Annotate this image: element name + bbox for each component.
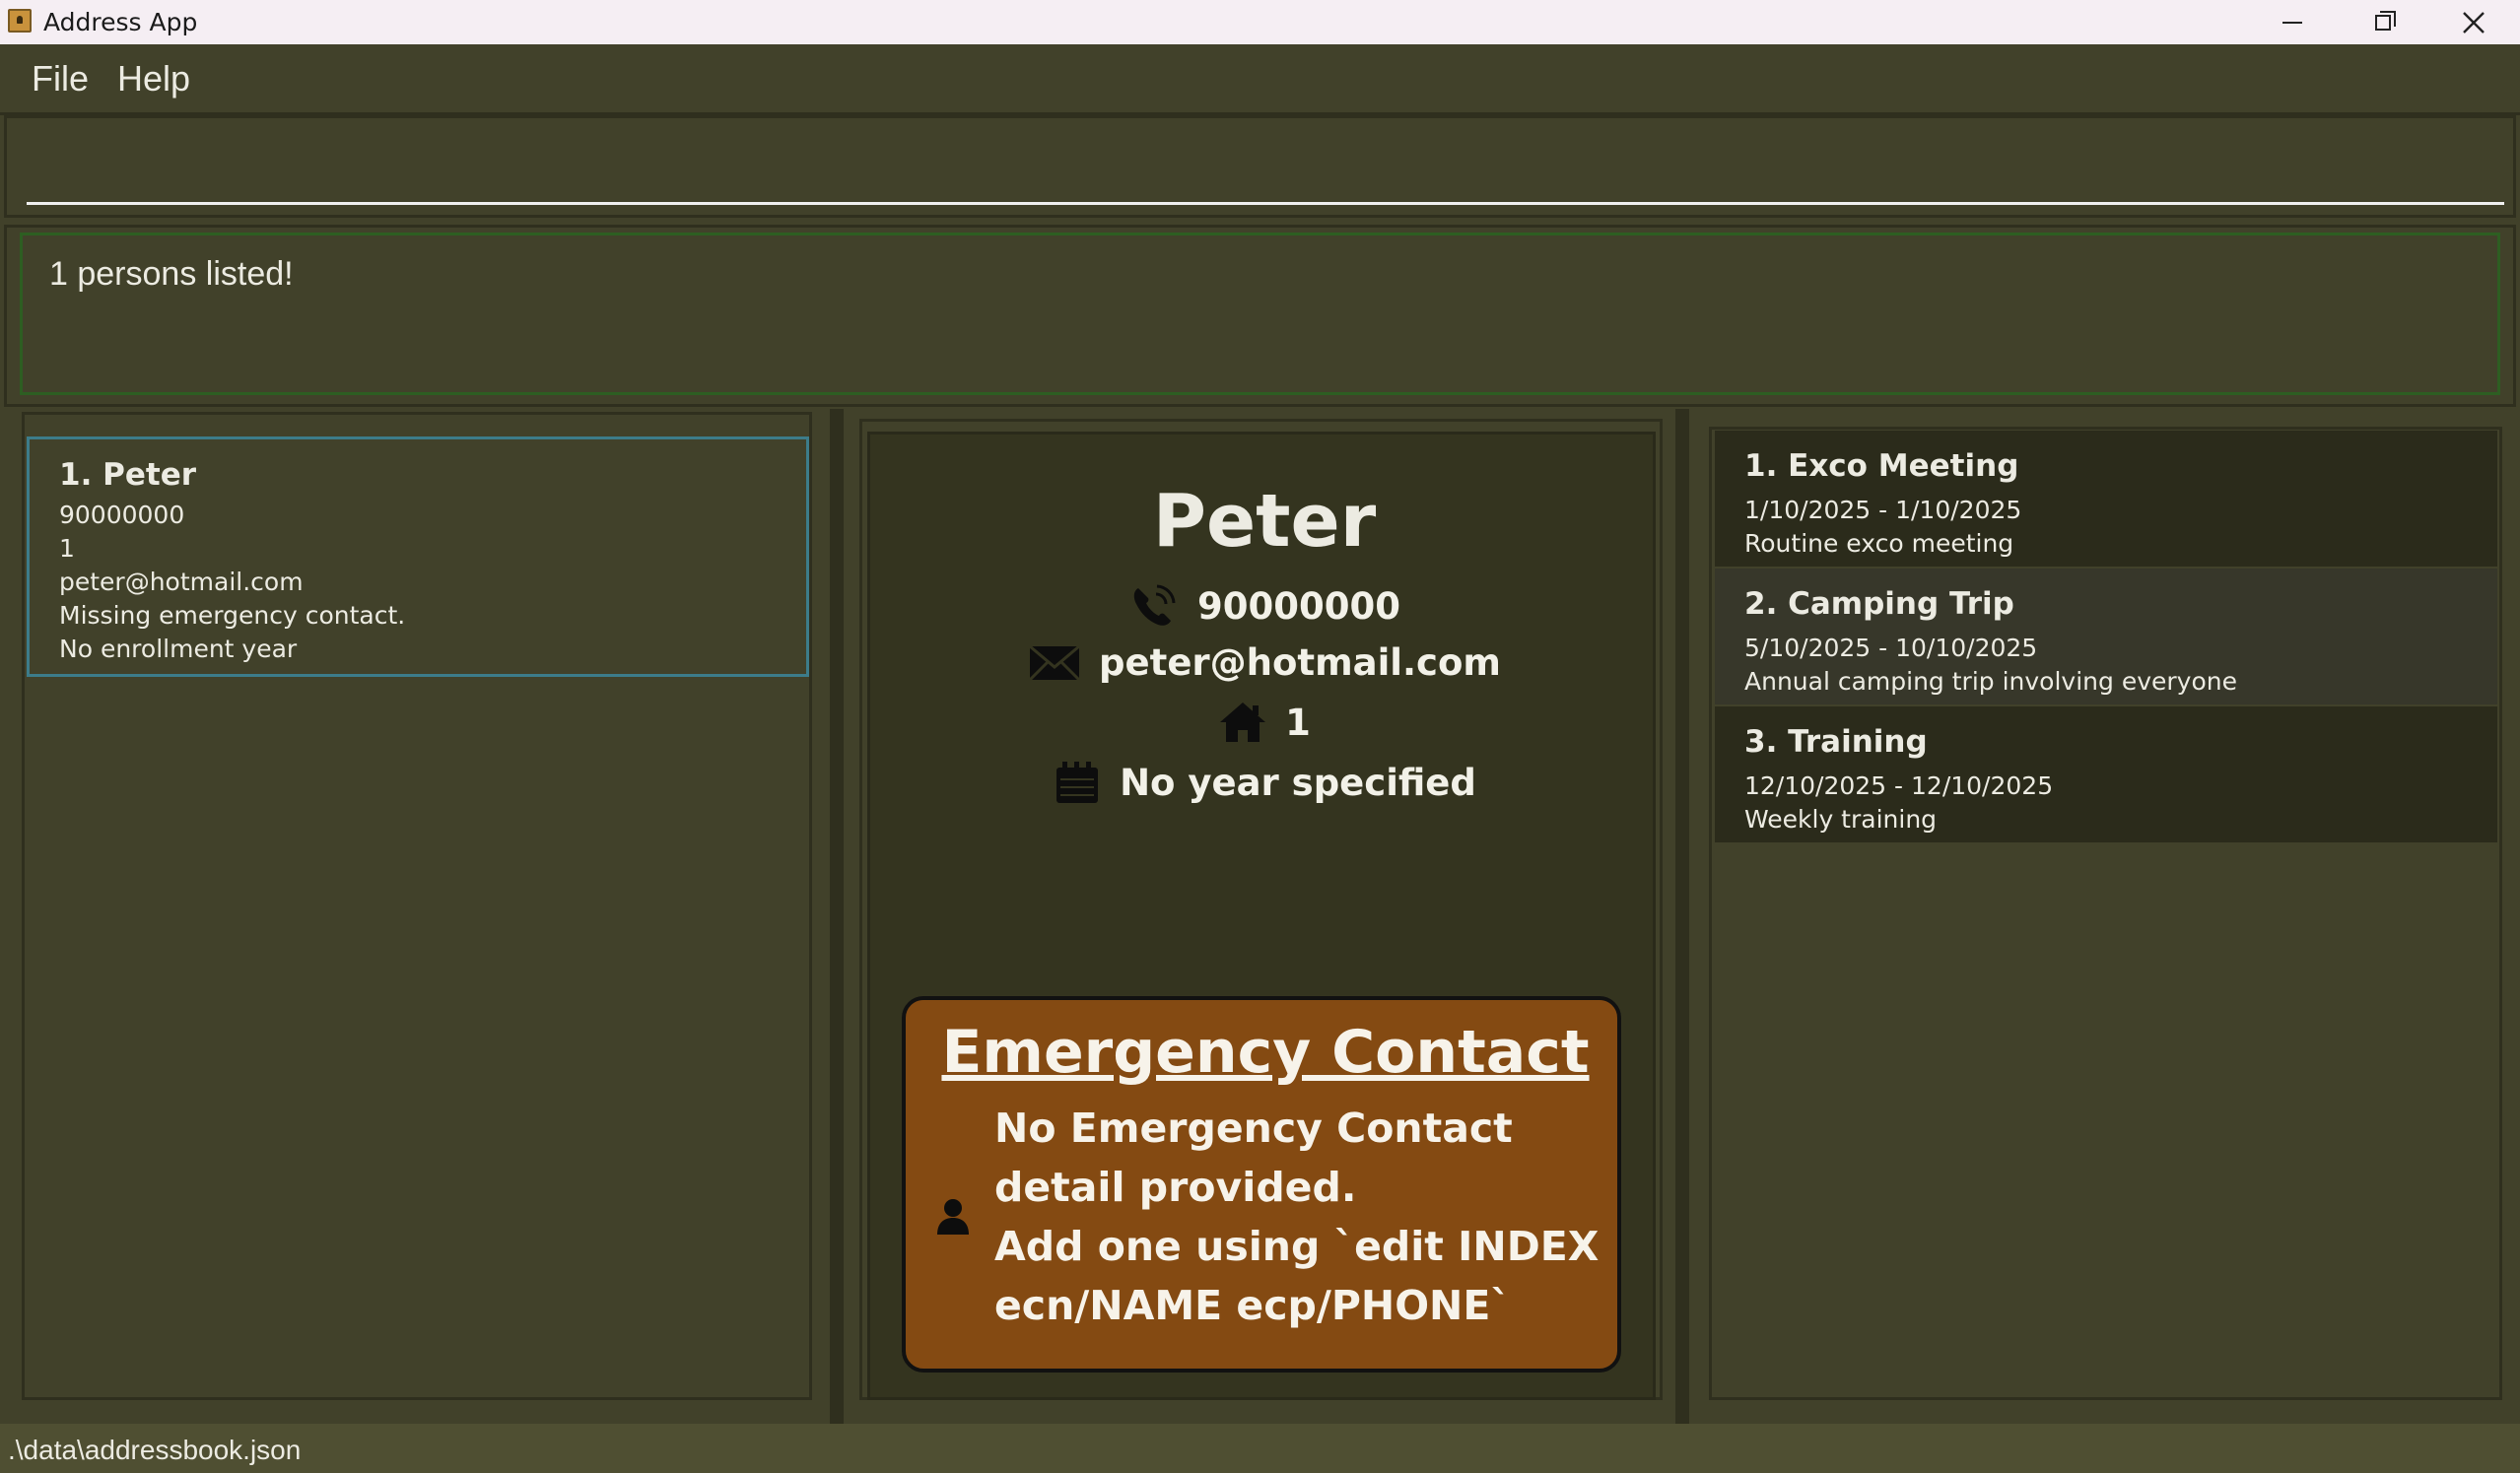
person-card[interactable]: 1. Peter 90000000 1 peter@hotmail.com Mi… [27, 436, 809, 677]
event-title: 3. Training [1744, 724, 1928, 760]
maximize-button[interactable] [2338, 0, 2428, 44]
event-description: Weekly training [1744, 805, 1938, 834]
minimize-button[interactable] [2247, 0, 2338, 44]
event-dates: 1/10/2025 - 1/10/2025 [1744, 496, 2022, 524]
emergency-contact-hint: Add one using `edit INDEX ecn/NAME ecp/P… [994, 1223, 1600, 1329]
person-phone: 90000000 [59, 501, 185, 529]
detail-year-row: No year specified [870, 760, 1659, 805]
emergency-contact-missing: No Emergency Contact detail provided. [994, 1105, 1513, 1211]
home-icon [1220, 703, 1266, 742]
command-box [4, 115, 2516, 218]
menu-bar: File Help [0, 44, 2520, 115]
person-icon [937, 1199, 969, 1235]
command-input[interactable] [27, 126, 2504, 205]
emergency-contact-text: No Emergency Contact detail provided. Ad… [994, 1099, 1605, 1335]
event-description: Annual camping trip involving everyone [1744, 667, 2237, 696]
title-bar: Address App [0, 0, 2520, 44]
emergency-contact-box: Emergency Contact No Emergency Contact d… [902, 996, 1621, 1373]
result-display: 1 persons listed! [20, 233, 2500, 395]
minimize-icon [2282, 21, 2302, 24]
detail-email: peter@hotmail.com [1099, 641, 1501, 684]
person-detail-panel: Peter 90000000 peter@hotmail.com 1 No ye… [867, 432, 1656, 1400]
person-emergency-status: Missing emergency contact. [59, 601, 406, 630]
detail-phone: 90000000 [1197, 584, 1400, 628]
detail-name: Peter [1152, 479, 1377, 564]
menu-file[interactable]: File [32, 58, 89, 100]
person-address: 1 [59, 534, 75, 563]
person-enrollment-year: No enrollment year [59, 635, 298, 663]
restore-icon [2375, 10, 2396, 31]
person-name: 1. Peter [59, 457, 197, 493]
status-file-path: .\data\addressbook.json [8, 1435, 302, 1465]
event-dates: 12/10/2025 - 12/10/2025 [1744, 771, 2054, 800]
detail-phone-row: 90000000 [870, 582, 1659, 630]
event-card[interactable]: 3. Training 12/10/2025 - 12/10/2025 Week… [1715, 706, 2497, 842]
detail-email-row: peter@hotmail.com [870, 641, 1659, 684]
event-title: 1. Exco Meeting [1744, 448, 2019, 484]
event-dates: 5/10/2025 - 10/10/2025 [1744, 634, 2038, 662]
close-icon [2463, 11, 2485, 33]
envelope-icon [1028, 644, 1081, 681]
phone-icon [1133, 584, 1176, 626]
detail-address: 1 [1285, 701, 1311, 744]
close-button[interactable] [2428, 0, 2519, 44]
event-description: Routine exco meeting [1744, 529, 2014, 558]
address-app-icon [8, 9, 32, 33]
emergency-contact-title: Emergency Contact [941, 1018, 1590, 1087]
split-divider[interactable] [830, 409, 844, 1424]
status-bar: .\data\addressbook.json [0, 1424, 2520, 1473]
event-title: 2. Camping Trip [1744, 586, 2014, 622]
detail-address-row: 1 [870, 701, 1659, 744]
window-title: Address App [43, 8, 198, 36]
person-email: peter@hotmail.com [59, 568, 304, 596]
split-divider[interactable] [1675, 409, 1689, 1424]
result-message: 1 persons listed! [49, 255, 294, 293]
event-card[interactable]: 2. Camping Trip 5/10/2025 - 10/10/2025 A… [1715, 569, 2497, 704]
calendar-icon [1056, 762, 1099, 803]
menu-help[interactable]: Help [117, 58, 190, 100]
detail-year: No year specified [1120, 761, 1476, 804]
event-card[interactable]: 1. Exco Meeting 1/10/2025 - 1/10/2025 Ro… [1715, 431, 2497, 567]
